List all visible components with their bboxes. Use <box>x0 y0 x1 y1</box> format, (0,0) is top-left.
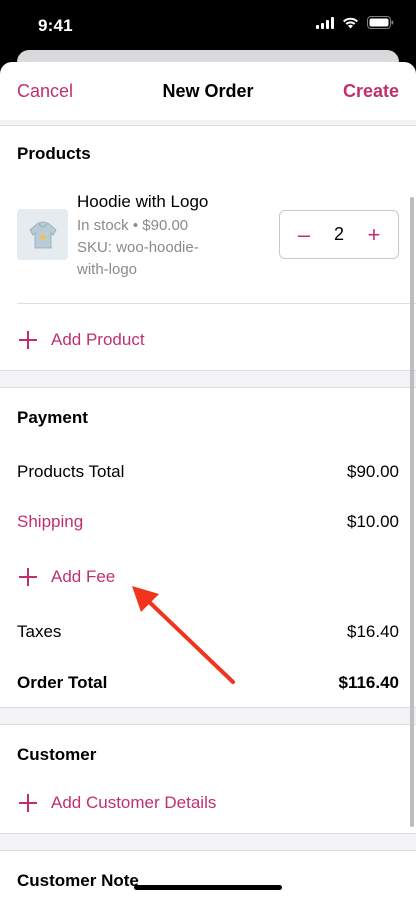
status-time: 9:41 <box>38 16 73 35</box>
section-separator <box>0 833 416 851</box>
wifi-icon <box>343 17 358 28</box>
add-customer-details-button[interactable]: Add Customer Details <box>17 792 216 814</box>
status-icons <box>316 16 394 29</box>
add-product-label: Add Product <box>51 330 145 349</box>
decrement-button[interactable]: – <box>294 223 314 246</box>
add-customer-details-label: Add Customer Details <box>51 793 217 812</box>
plus-icon <box>19 794 37 812</box>
battery-icon <box>367 16 394 29</box>
scroll-indicator[interactable] <box>410 197 414 827</box>
new-order-sheet: Cancel New Order Create Products Hoodie … <box>0 62 416 900</box>
payment-section-title: Payment <box>17 408 88 427</box>
status-bar: 9:41 <box>0 0 416 50</box>
quantity-value: 2 <box>333 224 344 244</box>
products-section-title: Products <box>17 144 91 163</box>
taxes-value: $16.40 <box>347 622 399 641</box>
products-total-value: $90.00 <box>347 462 399 481</box>
plus-icon <box>19 568 37 586</box>
navigation-bar: Cancel New Order Create <box>0 62 416 120</box>
plus-icon <box>19 331 37 349</box>
section-separator <box>0 707 416 725</box>
shipping-button[interactable]: Shipping <box>17 512 83 532</box>
product-sku-line-2: with-logo <box>77 261 138 278</box>
add-fee-label: Add Fee <box>51 567 116 586</box>
signal-icon <box>316 16 334 29</box>
product-thumbnail <box>17 209 68 260</box>
divider <box>17 303 416 304</box>
add-product-button[interactable]: Add Product <box>17 329 145 351</box>
shipping-value: $10.00 <box>347 512 399 531</box>
taxes-label: Taxes <box>17 622 62 641</box>
section-separator <box>0 120 416 126</box>
quantity-stepper: – 2 + <box>279 210 399 259</box>
product-name: Hoodie with Logo <box>77 192 209 211</box>
product-sku-line-1: SKU: woo-hoodie- <box>77 239 199 256</box>
hoodie-image <box>28 221 57 248</box>
create-button[interactable]: Create <box>343 81 399 102</box>
customer-section-title: Customer <box>17 745 97 764</box>
increment-button[interactable]: + <box>364 223 384 246</box>
products-total-label: Products Total <box>17 462 125 481</box>
order-total-label: Order Total <box>17 673 108 692</box>
section-separator <box>0 370 416 388</box>
home-indicator <box>134 885 282 890</box>
order-total-value: $116.40 <box>338 673 399 692</box>
customer-note-section-title: Customer Note <box>17 871 139 890</box>
add-fee-button[interactable]: Add Fee <box>17 566 115 588</box>
product-stock-price: In stock • $90.00 <box>77 217 189 234</box>
